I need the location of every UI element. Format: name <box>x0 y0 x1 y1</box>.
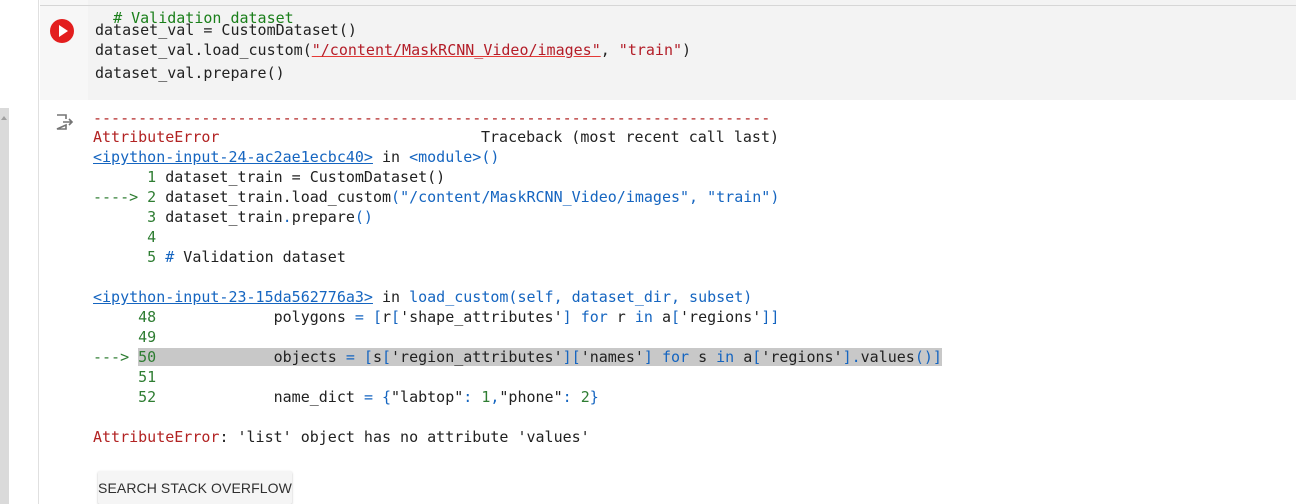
line-number: ----> 2 <box>93 188 166 206</box>
line-code: dataset_train = CustomDataset() <box>165 168 446 186</box>
left-scrollbar[interactable] <box>0 0 9 504</box>
line-code: # Validation dataset <box>165 248 346 266</box>
frame2-line-48: 48 polygons = [r['shape_attributes'] for… <box>93 308 779 326</box>
scrollbar-track[interactable] <box>0 108 9 504</box>
frame1-line-1: 1 dataset_train = CustomDataset() <box>93 168 445 186</box>
scroll-up-arrow-icon[interactable] <box>1 116 7 120</box>
line-number: 52 <box>93 388 157 406</box>
in-word: in <box>372 288 410 306</box>
highlighted-line: 50 objects = [s['region_attributes']['na… <box>138 348 942 366</box>
in-word: in <box>372 148 410 166</box>
run-cell-button[interactable] <box>50 19 74 43</box>
output-redirect-icon[interactable] <box>56 114 74 130</box>
frame2-line-49: 49 <box>93 328 156 346</box>
line-number: 50 <box>138 348 157 366</box>
final-error: AttributeError: 'list' object has no att… <box>93 428 590 446</box>
search-stack-overflow-button[interactable]: SEARCH STACK OVERFLOW <box>98 471 292 504</box>
frame1-line-2: ----> 2 dataset_train.load_custom("/cont… <box>93 188 779 206</box>
final-error-name: AttributeError <box>93 428 220 446</box>
current-line-arrow: ---> <box>93 348 139 366</box>
code-line-2: dataset_val = CustomDataset() <box>95 21 357 39</box>
frame1-header: <ipython-input-24-ac2ae1ecbc40> in <modu… <box>93 148 499 166</box>
frame2-line-51: 51 <box>93 368 156 386</box>
line-code: dataset_train.prepare() <box>165 208 373 226</box>
code-text: dataset_val.load_custom( <box>95 41 312 59</box>
frame1-link[interactable]: <ipython-input-24-ac2ae1ecbc40> <box>93 148 373 166</box>
frame2-header: <ipython-input-23-15da562776a3> in load_… <box>93 288 752 306</box>
line-number: 1 <box>93 168 166 186</box>
frame1-location: <module>() <box>409 148 500 166</box>
code-text: , <box>600 41 619 59</box>
line-number: 5 <box>93 248 166 266</box>
line-number: 49 <box>93 328 157 346</box>
line-number: 51 <box>93 368 157 386</box>
frame2-link[interactable]: <ipython-input-23-15da562776a3> <box>93 288 373 306</box>
code-string-subset: "train" <box>618 41 683 59</box>
frame1-line-4: 4 <box>93 228 156 246</box>
line-number: 4 <box>93 228 157 246</box>
line-code: polygons = [r['shape_attributes'] for r … <box>156 308 780 326</box>
frame1-line-5: 5 # Validation dataset <box>93 248 346 266</box>
code-string-path: "/content/MaskRCNN_Video/images" <box>311 41 601 59</box>
frame1-line-3: 3 dataset_train.prepare() <box>93 208 373 226</box>
code-text: ) <box>682 41 692 59</box>
line-number: 48 <box>93 308 157 326</box>
line-code: name_dict = {"labtop": 1,"phone": 2} <box>156 388 599 406</box>
final-error-message: : 'list' object has no attribute 'values… <box>219 428 590 446</box>
error-name: AttributeError <box>93 128 220 146</box>
code-line-4: dataset_val.prepare() <box>95 64 285 82</box>
line-code: dataset_train.load_custom("/content/Mask… <box>165 188 780 206</box>
frame2-line-50: ---> 50 objects = [s['region_attributes'… <box>93 348 942 366</box>
traceback-header: AttributeError Traceback (most recent cal… <box>93 128 779 146</box>
line-number: 3 <box>93 208 166 226</box>
traceback-label: Traceback (most recent call last) <box>481 128 780 146</box>
code-line-3: dataset_val.load_custom("/content/MaskRC… <box>95 41 691 59</box>
frame2-location: load_custom(self, dataset_dir, subset) <box>409 288 753 306</box>
traceback-separator: ----------------------------------------… <box>93 109 771 127</box>
gutter-divider <box>38 0 39 504</box>
frame2-line-52: 52 name_dict = {"labtop": 1,"phone": 2} <box>93 388 599 406</box>
